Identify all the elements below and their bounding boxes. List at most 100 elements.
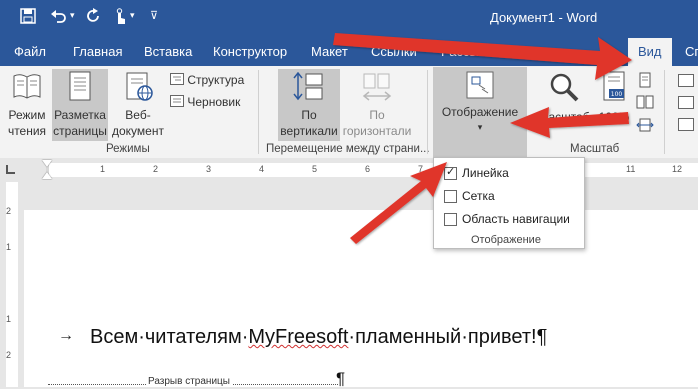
outline-button[interactable]: Структура [170,73,244,87]
vruler-tick: 2 [6,350,12,360]
gridlines-checkbox-label: Сетка [462,189,495,203]
tab-more[interactable]: Сп [685,44,698,59]
first-line-indent-marker[interactable] [42,160,52,167]
ruler-tick: 5 [312,164,318,174]
redo-icon[interactable] [86,8,102,28]
ruler-tick: 3 [206,164,212,174]
chevron-down-icon: ▾ [477,122,483,132]
print-layout-label-2: страницы [53,124,107,138]
show-icon [466,71,494,99]
svg-text:100: 100 [611,91,623,98]
vertical-ruler[interactable]: 2 1 1 2 [0,182,22,387]
show-dropdown: Линейка Сетка Область навигации Отображе… [433,157,585,249]
zoom-100-button[interactable]: 100 100% [596,70,632,142]
customize-qat-icon[interactable]: ⊽ [150,9,158,22]
ruler-tick: 11 [626,164,636,174]
horizontal-ruler[interactable]: 1 2 3 4 5 6 7 8 9 10 11 12 [46,163,698,177]
ruler-checkbox-label: Линейка [462,166,509,180]
ruler-tick: 4 [259,164,265,174]
tab-mailings[interactable]: Рассылки [441,44,499,59]
zoom-label: Масштаб [538,110,590,124]
ruler-tick: 7 [418,164,424,174]
page-movement-group-label: Перемещение между страни... [266,143,430,155]
text-part-1: Всем·читателям· [90,326,249,348]
navigation-pane-checkbox[interactable] [444,213,457,226]
separator [664,70,665,154]
undo-dropdown-icon[interactable]: ▾ [70,10,75,21]
print-layout-button[interactable]: Разметка страницы [52,69,108,141]
undo-icon[interactable] [50,8,68,28]
show-button[interactable]: Отображение ▾ [433,67,527,157]
show-label: Отображение [441,105,519,119]
vruler-tick: 2 [6,206,12,216]
navigation-pane-checkbox-label: Область навигации [462,212,570,226]
draft-button[interactable]: Черновик [170,95,240,109]
zoom-button[interactable]: Масштаб [535,70,593,142]
dropdown-footer: Отображение [471,234,541,246]
read-mode-button[interactable]: Режим чтения [4,70,50,142]
pilcrow: ¶ [336,369,346,388]
touch-mode-icon[interactable] [112,8,128,30]
hanging-indent-marker[interactable] [42,172,52,179]
page-break-marker: Разрыв страницы [48,376,338,387]
document-title: Документ1 - Word [490,10,598,25]
views-group-label: Режимы [106,143,150,155]
tab-arrow-mark: → [58,327,74,344]
page-width-icon[interactable] [636,118,654,137]
new-window-icon[interactable] [678,74,694,87]
tab-design[interactable]: Конструктор [213,44,287,59]
tab-insert[interactable]: Вставка [144,44,192,59]
vertical-movement-button[interactable]: По вертикали [278,69,340,141]
web-layout-button[interactable]: Веб- документ [110,70,166,142]
tab-view[interactable]: Вид [628,38,672,66]
save-icon[interactable] [20,8,36,28]
zoom-group-label: Масштаб [570,143,620,155]
ruler-checkbox[interactable] [444,165,457,180]
ruler-tick: 1 [100,164,106,174]
tab-home[interactable]: Главная [73,44,122,59]
title-bar: ▾ ▾ ⊽ Документ1 - Word [0,0,698,36]
tab-references[interactable]: Ссылки [371,44,417,59]
tab-layout[interactable]: Макет [311,44,348,59]
vertical-label-1: По [301,108,317,122]
one-page-icon[interactable] [638,72,652,93]
vruler-tick: 1 [6,242,12,252]
vertical-label-2: вертикали [280,124,338,138]
read-mode-label-2: чтения [7,124,47,138]
outline-label: Структура [187,73,245,87]
page-break-label: Разрыв страницы [146,376,232,387]
draft-label: Черновик [187,95,241,109]
read-mode-label-1: Режим [8,108,46,122]
tab-selector-icon[interactable] [6,165,15,174]
horizontal-movement-button[interactable]: По горизонтали [342,70,412,142]
web-layout-label-2: документ [112,124,164,138]
tab-review[interactable]: Реценз [522,44,565,59]
web-layout-label-1: Веб- [125,108,151,122]
ruler-tick: 6 [365,164,371,174]
ribbon: Режим чтения Разметка страницы Веб- доку… [0,66,698,159]
vertical-pages-icon [293,72,323,101]
touch-dropdown-icon[interactable]: ▾ [130,10,135,21]
document-paragraph[interactable]: Всем·читателям·MyFreesoft·пламенный·прив… [90,326,547,349]
zoom-100-label: 100% [598,110,630,124]
magnifier-icon [550,73,579,102]
outline-icon [170,73,184,85]
horizontal-label-1: По [369,108,385,122]
window-group-partial [672,72,698,142]
page-icon [69,71,91,101]
ruler-tick: 2 [153,164,159,174]
book-icon [13,74,41,99]
gridlines-checkbox[interactable] [444,190,457,203]
text-misspelled: MyFreesoft [248,326,349,348]
split-icon[interactable] [678,118,694,131]
web-page-icon [126,72,153,101]
zoom-100-icon: 100 [603,71,625,101]
horizontal-pages-icon [362,73,392,101]
arrange-all-icon[interactable] [678,96,694,109]
vruler-tick: 1 [6,314,12,324]
text-part-2: ·пламенный·привет!¶ [348,326,548,348]
tab-file[interactable]: Файл [14,44,46,59]
document-page[interactable] [24,210,698,387]
draft-icon [170,95,184,107]
multiple-pages-icon[interactable] [636,95,654,114]
